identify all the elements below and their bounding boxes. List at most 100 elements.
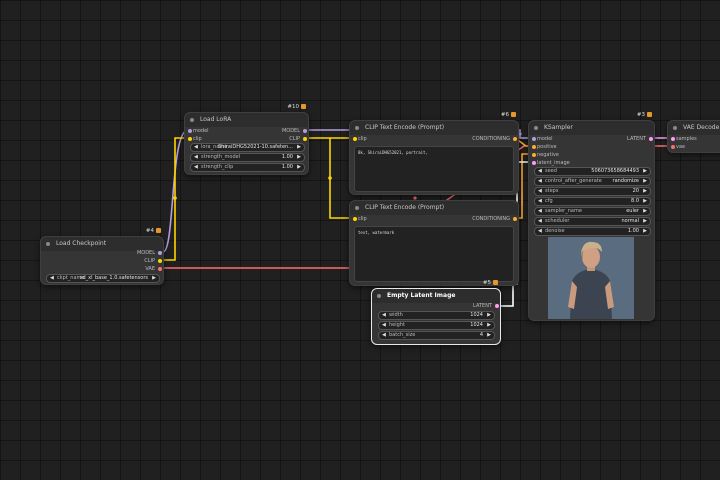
arrow-right-icon[interactable]: ▶ <box>643 178 647 185</box>
output-model[interactable]: MODEL <box>137 249 162 257</box>
widget-cfg[interactable]: ◀ cfg 8.0 ▶ <box>534 197 651 206</box>
arrow-left-icon[interactable]: ◀ <box>194 154 198 161</box>
output-clip[interactable]: CLIP <box>144 257 162 265</box>
widget-height[interactable]: ◀ height 1024 ▶ <box>378 321 495 330</box>
arrow-left-icon[interactable]: ◀ <box>194 164 198 171</box>
arrow-left-icon[interactable]: ◀ <box>382 332 386 339</box>
arrow-left-icon[interactable]: ◀ <box>538 178 542 185</box>
arrow-right-icon[interactable]: ▶ <box>297 154 301 161</box>
arrow-right-icon[interactable]: ▶ <box>643 168 647 175</box>
socket-dot-icon[interactable] <box>303 129 307 133</box>
socket-dot-icon[interactable] <box>188 137 192 141</box>
widget-strength-model[interactable]: ◀ strength_model 1.00 ▶ <box>190 153 305 162</box>
collapse-dot-icon[interactable] <box>355 206 359 210</box>
arrow-right-icon[interactable]: ▶ <box>643 208 647 215</box>
arrow-right-icon[interactable]: ▶ <box>643 198 647 205</box>
widget-seed[interactable]: ◀ seed 506073658684493 ▶ <box>534 167 651 176</box>
node-title[interactable]: VAE Decode <box>668 121 720 135</box>
socket-dot-icon[interactable] <box>353 217 357 221</box>
socket-dot-icon[interactable] <box>532 137 536 141</box>
arrow-right-icon[interactable]: ▶ <box>643 218 647 225</box>
arrow-left-icon[interactable]: ◀ <box>538 228 542 235</box>
socket-dot-icon[interactable] <box>513 217 517 221</box>
input-clip[interactable]: clip <box>353 135 367 143</box>
output-conditioning[interactable]: CONDITIONING <box>472 215 517 223</box>
widget-control-after-generate[interactable]: ◀ control_after_generate randomize ▶ <box>534 177 651 186</box>
socket-dot-icon[interactable] <box>513 137 517 141</box>
collapse-dot-icon[interactable] <box>534 126 538 130</box>
input-model[interactable]: model <box>532 135 553 143</box>
socket-dot-icon[interactable] <box>188 129 192 133</box>
socket-dot-icon[interactable] <box>353 137 357 141</box>
arrow-left-icon[interactable]: ◀ <box>538 188 542 195</box>
node-title[interactable]: Load LoRA <box>185 113 308 127</box>
arrow-right-icon[interactable]: ▶ <box>487 322 491 329</box>
input-negative[interactable]: negative <box>532 151 559 159</box>
node-title[interactable]: KSampler <box>529 121 654 135</box>
input-samples[interactable]: samples <box>671 135 697 143</box>
input-vae[interactable]: vae <box>671 143 685 151</box>
input-positive[interactable]: positive <box>532 143 557 151</box>
socket-dot-icon[interactable] <box>158 267 162 271</box>
prompt-textarea[interactable]: 8k, ShiraiDHG52021, portrait, <box>354 146 514 192</box>
collapse-dot-icon[interactable] <box>190 118 194 122</box>
arrow-right-icon[interactable]: ▶ <box>297 144 301 151</box>
arrow-left-icon[interactable]: ◀ <box>50 275 54 282</box>
socket-dot-icon[interactable] <box>671 145 675 149</box>
widget-sampler-name[interactable]: ◀ sampler_name euler ▶ <box>534 207 651 216</box>
widget-batch-size[interactable]: ◀ batch_size 4 ▶ <box>378 331 495 340</box>
preview-image[interactable] <box>548 237 634 319</box>
widget-denoise[interactable]: ◀ denoise 1.00 ▶ <box>534 227 651 236</box>
socket-dot-icon[interactable] <box>532 161 536 165</box>
widget-strength-clip[interactable]: ◀ strength_clip 1.00 ▶ <box>190 163 305 172</box>
output-vae[interactable]: VAE <box>145 265 162 273</box>
socket-dot-icon[interactable] <box>532 153 536 157</box>
collapse-dot-icon[interactable] <box>377 294 381 298</box>
output-model[interactable]: MODEL <box>282 127 307 135</box>
widget-steps[interactable]: ◀ steps 20 ▶ <box>534 187 651 196</box>
arrow-left-icon[interactable]: ◀ <box>194 144 198 151</box>
node-title[interactable]: CLIP Text Encode (Prompt) <box>350 121 518 135</box>
arrow-right-icon[interactable]: ▶ <box>643 188 647 195</box>
node-title[interactable]: CLIP Text Encode (Prompt) <box>350 201 518 215</box>
arrow-left-icon[interactable]: ◀ <box>538 198 542 205</box>
socket-dot-icon[interactable] <box>495 304 499 308</box>
arrow-right-icon[interactable]: ▶ <box>643 228 647 235</box>
output-latent[interactable]: LATENT <box>627 135 653 143</box>
socket-dot-icon[interactable] <box>303 137 307 141</box>
widget-scheduler[interactable]: ◀ scheduler normal ▶ <box>534 217 651 226</box>
prompt-textarea[interactable]: text, watermark <box>354 226 514 282</box>
socket-dot-icon[interactable] <box>158 259 162 263</box>
collapse-dot-icon[interactable] <box>355 126 359 130</box>
node-title[interactable]: Empty Latent Image <box>372 289 500 303</box>
node-clip-text-encode-negative[interactable]: CLIP Text Encode (Prompt) clip CONDITION… <box>349 200 519 286</box>
input-latent-image[interactable]: latent_image <box>532 159 570 167</box>
node-vae-decode[interactable]: VAE Decode samples vae <box>667 120 720 153</box>
socket-dot-icon[interactable] <box>649 137 653 141</box>
arrow-left-icon[interactable]: ◀ <box>538 168 542 175</box>
arrow-left-icon[interactable]: ◀ <box>538 218 542 225</box>
node-clip-text-encode-positive[interactable]: #6 CLIP Text Encode (Prompt) clip CONDIT… <box>349 112 519 195</box>
widget-ckpt-name[interactable]: ◀ ckpt_name sd_xl_base_1.0.safetensors ▶ <box>46 274 160 283</box>
arrow-left-icon[interactable]: ◀ <box>382 312 386 319</box>
input-model[interactable]: model <box>188 127 209 135</box>
node-empty-latent-image[interactable]: #5 Empty Latent Image LATENT ◀ width 1024 ▶… <box>371 280 501 345</box>
arrow-left-icon[interactable]: ◀ <box>538 208 542 215</box>
collapse-dot-icon[interactable] <box>46 242 50 246</box>
output-conditioning[interactable]: CONDITIONING <box>472 135 517 143</box>
arrow-right-icon[interactable]: ▶ <box>297 164 301 171</box>
arrow-right-icon[interactable]: ▶ <box>152 275 156 282</box>
arrow-right-icon[interactable]: ▶ <box>487 332 491 339</box>
output-clip[interactable]: CLIP <box>289 135 307 143</box>
output-latent[interactable]: LATENT <box>473 302 499 310</box>
node-ksampler[interactable]: #3 KSampler model positive negative late… <box>528 112 655 321</box>
socket-dot-icon[interactable] <box>532 145 536 149</box>
arrow-left-icon[interactable]: ◀ <box>382 322 386 329</box>
collapse-dot-icon[interactable] <box>673 126 677 130</box>
input-clip[interactable]: clip <box>353 215 367 223</box>
widget-width[interactable]: ◀ width 1024 ▶ <box>378 311 495 320</box>
input-clip[interactable]: clip <box>188 135 202 143</box>
node-load-checkpoint[interactable]: #4 Load Checkpoint MODEL CLIP VAE ◀ ckpt_… <box>40 228 164 285</box>
widget-lora-name[interactable]: ◀ lora_name ShiraiDHG52021-10.safeten... ▶ <box>190 143 305 152</box>
socket-dot-icon[interactable] <box>158 251 162 255</box>
